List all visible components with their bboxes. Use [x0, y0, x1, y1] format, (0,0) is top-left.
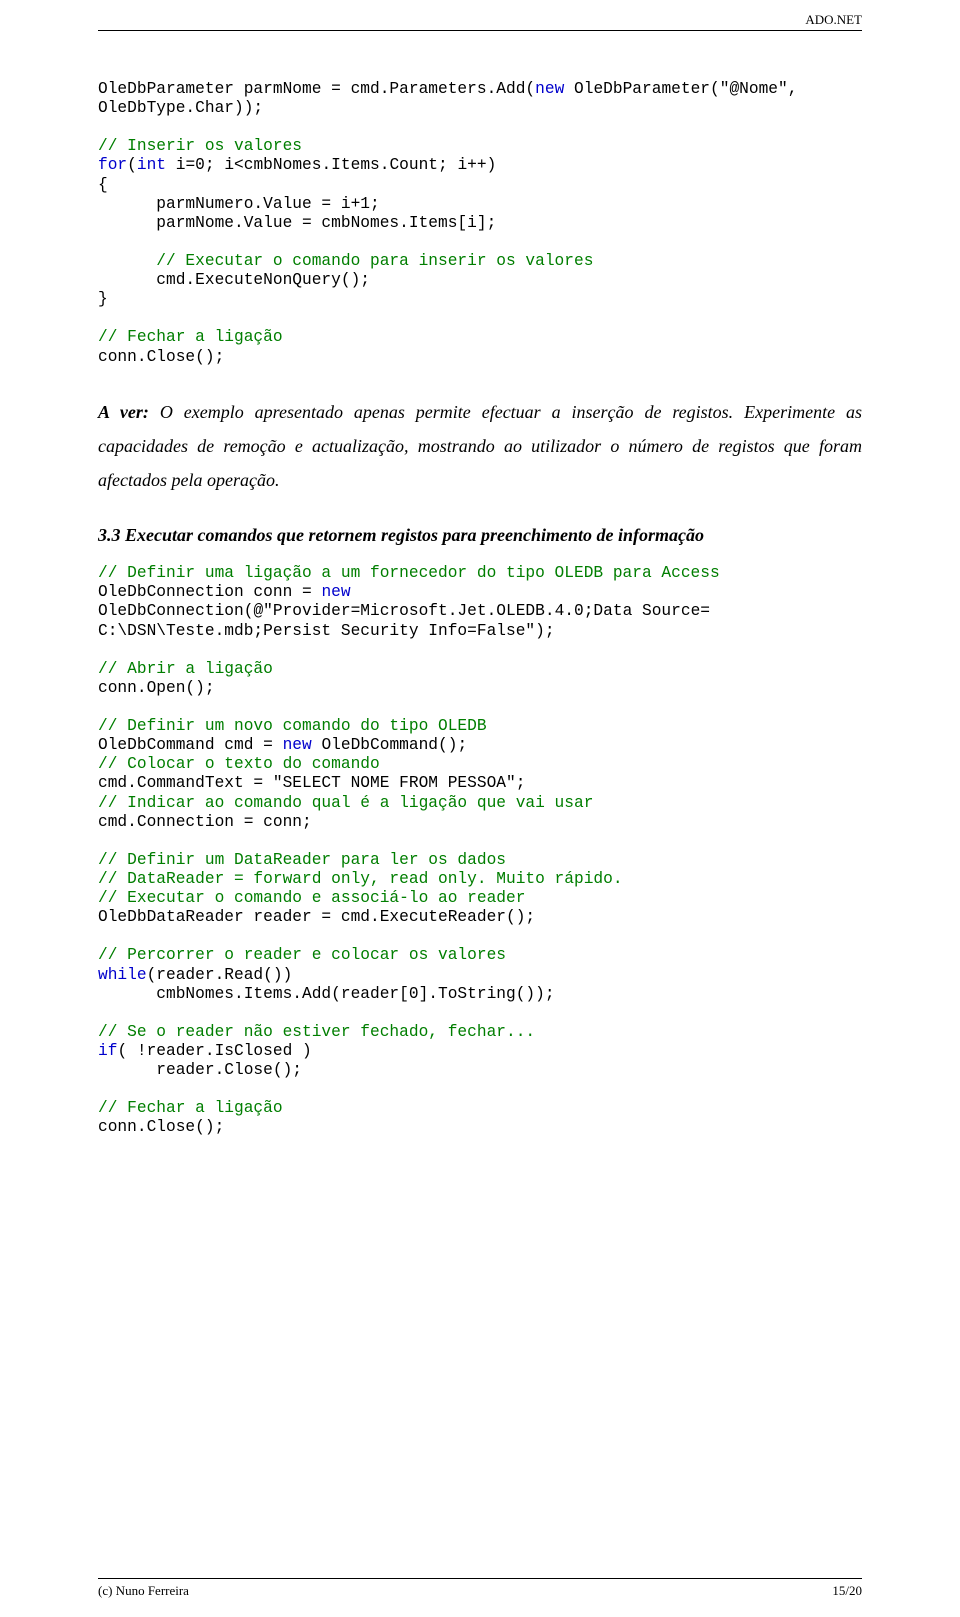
code-comment: // Fechar a ligação: [98, 1099, 283, 1117]
code-comment: // Definir uma ligação a um fornecedor d…: [98, 564, 720, 582]
code-line: ,: [788, 80, 798, 98]
footer-page: 15/20: [832, 1583, 862, 1599]
section-title: Executar comandos que retornem registos …: [121, 525, 705, 545]
code-line: ( !reader.IsClosed ): [117, 1042, 311, 1060]
code-comment: // Executar o comando para inserir os va…: [98, 252, 593, 270]
keyword-if: if: [98, 1042, 117, 1060]
code-comment: // Se o reader não estiver fechado, fech…: [98, 1023, 535, 1041]
footer-author: (c) Nuno Ferreira: [98, 1583, 189, 1599]
code-line: (: [127, 156, 137, 174]
string-literal: @"Provider=Microsoft.Jet.OLEDB.4.0;Data …: [253, 602, 710, 620]
code-comment: // Inserir os valores: [98, 137, 302, 155]
code-block-2: // Definir uma ligação a um fornecedor d…: [98, 564, 862, 1137]
code-comment: // Fechar a ligação: [98, 328, 283, 346]
code-line: cmbNomes.Items.Add(reader[0].ToString())…: [98, 985, 555, 1003]
keyword-while: while: [98, 966, 147, 984]
keyword-new: new: [535, 80, 564, 98]
code-line: conn.Close();: [98, 348, 224, 366]
code-line: OleDbDataReader reader = cmd.ExecuteRead…: [98, 908, 535, 926]
section-number: 3.3: [98, 525, 121, 545]
footer: (c) Nuno Ferreira 15/20: [98, 1578, 862, 1599]
string-literal: "SELECT NOME FROM PESSOA": [273, 774, 516, 792]
code-comment: // Indicar ao comando qual é a ligação q…: [98, 794, 593, 812]
code-line: i=0; i<cmbNomes.Items.Count; i++): [166, 156, 496, 174]
code-line: OleDbCommand cmd =: [98, 736, 283, 754]
code-line: parmNumero.Value = i+1;: [98, 195, 380, 213]
footer-rule: [98, 1578, 862, 1579]
code-line: OleDbParameter parmNome = cmd.Parameters…: [98, 80, 535, 98]
code-comment: // DataReader = forward only, read only.…: [98, 870, 623, 888]
code-comment: // Definir um DataReader para ler os dad…: [98, 851, 506, 869]
code-line: ;: [516, 774, 526, 792]
keyword-int: int: [137, 156, 166, 174]
code-line: OleDbType.Char));: [98, 99, 263, 117]
code-line: OleDbParameter(: [564, 80, 719, 98]
code-line: cmd.CommandText =: [98, 774, 273, 792]
code-line: conn.Close();: [98, 1118, 224, 1136]
header-right: ADO.NET: [805, 12, 862, 28]
code-line: reader.Close();: [98, 1061, 302, 1079]
keyword-for: for: [98, 156, 127, 174]
code-line: {: [98, 176, 108, 194]
string-literal: "@Nome": [720, 80, 788, 98]
header-rule: [98, 30, 862, 31]
code-line: OleDbConnection conn =: [98, 583, 321, 601]
code-comment: // Colocar o texto do comando: [98, 755, 380, 773]
a-ver-paragraph: A ver: O exemplo apresentado apenas perm…: [98, 395, 862, 498]
keyword-new: new: [283, 736, 312, 754]
code-line: OleDbConnection(: [98, 602, 253, 620]
code-comment: // Abrir a ligação: [98, 660, 273, 678]
code-comment: // Percorrer o reader e colocar os valor…: [98, 946, 506, 964]
code-line: parmNome.Value = cmbNomes.Items[i];: [98, 214, 496, 232]
page: ADO.NET OleDbParameter parmNome = cmd.Pa…: [0, 0, 960, 1617]
a-ver-label: A ver:: [98, 402, 149, 422]
code-block-1: OleDbParameter parmNome = cmd.Parameters…: [98, 80, 862, 367]
code-line: cmd.Connection = conn;: [98, 813, 312, 831]
code-comment: // Executar o comando e associá-lo ao re…: [98, 889, 525, 907]
keyword-new: new: [321, 583, 350, 601]
code-line: (reader.Read()): [147, 966, 293, 984]
content: OleDbParameter parmNome = cmd.Parameters…: [98, 80, 862, 1137]
a-ver-text: O exemplo apresentado apenas permite efe…: [98, 402, 862, 490]
code-line: cmd.ExecuteNonQuery();: [98, 271, 370, 289]
code-line: conn.Open();: [98, 679, 215, 697]
code-line: }: [98, 290, 108, 308]
code-line: OleDbCommand();: [312, 736, 467, 754]
string-literal: C:\DSN\Teste.mdb;Persist Security Info=F…: [98, 622, 555, 640]
footer-row: (c) Nuno Ferreira 15/20: [98, 1583, 862, 1599]
section-heading: 3.3 Executar comandos que retornem regis…: [98, 525, 862, 546]
code-comment: // Definir um novo comando do tipo OLEDB: [98, 717, 487, 735]
